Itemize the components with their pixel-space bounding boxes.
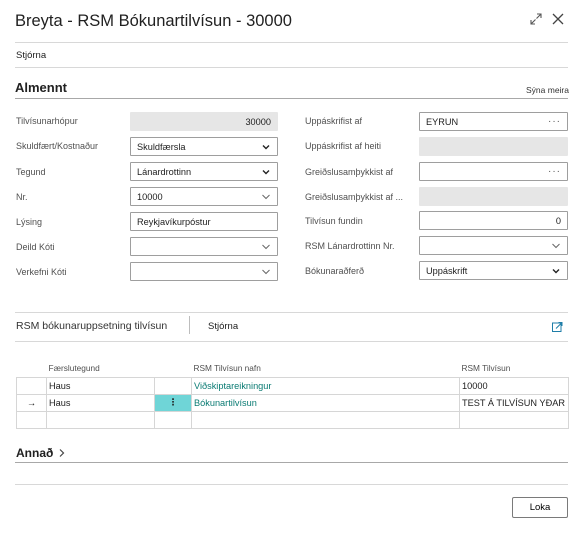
ref-cell[interactable]: TEST Á TILVÍSUN YÐAR [459,393,569,412]
ref-cell[interactable]: 10000 [459,376,569,395]
field-label-reference-group: Tilvísunarhópur [16,116,78,126]
field-label-approved-by-name: Uppáskrifist af heiti [305,141,382,151]
close-icon[interactable] [551,12,565,26]
section-title-other-label: Annað [16,446,54,460]
chevron-down-icon [261,142,271,152]
assist-edit-icon[interactable]: ··· [548,166,561,177]
field-label-rsm-vendor-no: RSM Lánardrottinn Nr. [305,241,395,251]
payment-approved-by-field[interactable]: ··· [419,162,568,181]
subpage-separator [189,316,190,334]
chevron-right-icon [58,447,66,461]
field-label-department-code: Deild Kóti [16,242,55,252]
type-select[interactable]: Lánardrottinn [130,162,278,181]
field-label-no: Nr. [16,192,28,202]
grid-header-action [155,359,192,377]
reference-found-input[interactable]: 0 [419,211,568,230]
subpage-menu-manage[interactable]: Stjórna [208,321,238,332]
grid-header-indicator [17,359,47,377]
row-action-cell[interactable] [154,376,192,395]
chevron-down-icon [551,266,561,276]
approved-by-name-field [419,137,568,156]
row-actions-menu[interactable]: ⋮ [154,393,192,412]
field-label-type: Tegund [16,167,46,177]
field-label-payment-approved-by-name: Greiðslusamþykkist af ... [305,192,404,202]
project-code-lookup[interactable] [130,262,278,281]
table-row[interactable]: → Haus ⋮ Bókunartilvísun TEST Á TILVÍSUN… [16,393,569,412]
grid-header-ref-name[interactable]: RSM Tilvísun nafn [192,359,460,377]
section-underline [15,98,568,99]
divider [15,67,568,68]
grid-header-entry-type[interactable]: Færslutegund [47,359,155,377]
grid-header-ref[interactable]: RSM Tilvísun [460,359,569,377]
field-label-approved-by: Uppáskrifist af [305,116,363,126]
row-indicator [16,376,47,395]
ref-cell[interactable] [459,410,569,429]
subpage-grid: Færslutegund RSM Tilvísun nafn RSM Tilví… [16,359,569,429]
chevron-down-icon [261,192,271,202]
divider [15,312,568,313]
field-label-debit-cost: Skuldfært/Kostnaður [16,141,99,151]
field-label-project-code: Verkefni Kóti [16,267,67,277]
ref-name-link[interactable]: Bókunartilvísun [191,393,460,412]
section-underline [15,462,568,463]
divider [15,42,568,43]
debit-cost-select[interactable]: Skuldfærsla [130,137,278,156]
chevron-down-icon [261,167,271,177]
table-row[interactable]: Haus Viðskiptareikningur 10000 [16,376,569,395]
approved-by-field[interactable]: EYRUN ··· [419,112,568,131]
dialog-title: Breyta - RSM Bókunartilvísun - 30000 [15,12,292,30]
chevron-down-icon [261,242,271,252]
expand-icon[interactable] [529,12,543,26]
field-label-payment-approved-by: Greiðslusamþykkist af [305,167,394,177]
entry-type-cell[interactable] [46,410,155,429]
close-button[interactable]: Loka [512,497,568,518]
entry-type-cell[interactable]: Haus [46,376,155,395]
assist-edit-icon[interactable]: ··· [548,116,561,127]
entry-type-cell[interactable]: Haus [46,393,155,412]
divider [15,341,568,342]
description-input[interactable]: Reykjavíkurpóstur [130,212,278,231]
divider [15,484,568,485]
table-row[interactable] [16,410,569,429]
action-menu-manage[interactable]: Stjórna [16,50,46,61]
row-indicator: → [16,393,47,412]
show-more-link[interactable]: Sýna meira [526,85,569,95]
chevron-down-icon [551,241,561,251]
chevron-down-icon [261,267,271,277]
field-label-posting-method: Bókunaraðferð [305,266,365,276]
rsm-vendor-no-lookup[interactable] [419,236,568,255]
subpage-title[interactable]: RSM bókunaruppsetning tilvísun [16,320,167,332]
row-indicator [16,410,47,429]
field-label-description: Lýsing [16,217,43,227]
section-title-general[interactable]: Almennt [15,80,67,95]
no-lookup[interactable]: 10000 [130,187,278,206]
posting-method-select[interactable]: Uppáskrift [419,261,568,280]
row-action-cell[interactable] [154,410,192,429]
ref-name-cell[interactable] [191,410,460,429]
ref-name-link[interactable]: Viðskiptareikningur [191,376,460,395]
reference-group-field: 30000 [130,112,278,131]
field-label-reference-found: Tilvísun fundin [305,216,363,226]
payment-approved-by-name-field [419,187,568,206]
section-title-other[interactable]: Annað [16,446,66,461]
department-code-lookup[interactable] [130,237,278,256]
open-in-new-icon[interactable] [551,320,563,332]
